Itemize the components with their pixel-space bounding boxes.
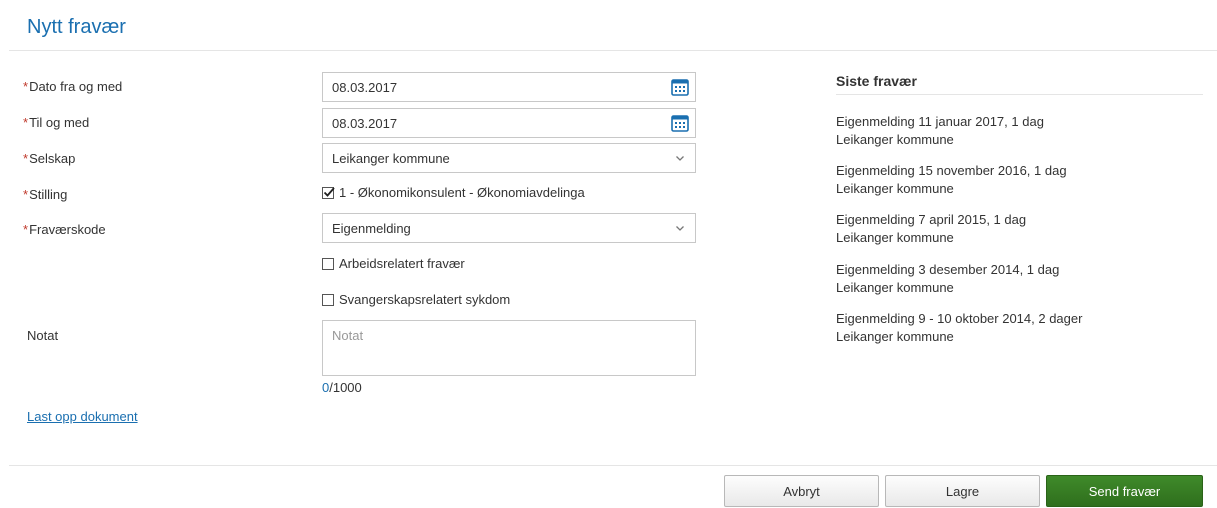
position-option-label: 1 - Økonomikonsulent - Økonomiavdelinga	[339, 185, 585, 200]
company-value: Leikanger kommune	[332, 151, 450, 166]
work-related-checkbox-row[interactable]: Arbeidsrelatert fravær	[322, 256, 465, 271]
absence-code-value: Eigenmelding	[332, 221, 411, 236]
pregnancy-related-checkbox-row[interactable]: Svangerskapsrelatert sykdom	[322, 292, 510, 307]
pregnancy-related-label: Svangerskapsrelatert sykdom	[339, 292, 511, 307]
recent-absences-divider	[836, 94, 1203, 95]
send-absence-button[interactable]: Send fravær	[1046, 475, 1203, 507]
recent-absences-title: Siste fravær	[836, 73, 917, 89]
position-checkbox-row[interactable]: 1 - Økonomikonsulent - Økonomiavdelinga	[322, 185, 585, 200]
position-checkbox[interactable]	[322, 186, 335, 199]
chevron-down-icon	[676, 226, 684, 231]
work-related-checkbox[interactable]	[322, 257, 334, 270]
required-mark: *	[23, 222, 29, 237]
required-mark: *	[23, 151, 29, 166]
note-placeholder: Notat	[332, 328, 364, 343]
note-char-max: /1000	[329, 380, 362, 395]
note-label: Notat	[27, 328, 59, 343]
footer-divider	[9, 465, 1217, 466]
absence-code-select[interactable]: Eigenmelding	[322, 213, 696, 243]
calendar-icon[interactable]	[671, 114, 689, 132]
recent-absence-item: Eigenmelding 11 januar 2017, 1 dag Leikan…	[836, 114, 1044, 147]
calendar-icon[interactable]	[671, 78, 689, 96]
date-from-label: *Dato fra og med	[23, 79, 123, 94]
recent-absence-item: Eigenmelding 15 november 2016, 1 dag Leik…	[836, 163, 1067, 196]
chevron-down-icon	[676, 156, 684, 161]
upload-document-link[interactable]: Last opp dokument	[27, 409, 138, 424]
header-divider	[9, 50, 1217, 51]
date-to-value: 08.03.2017	[332, 116, 398, 131]
pregnancy-related-checkbox[interactable]	[322, 293, 334, 306]
date-from-field[interactable]: 08.03.2017	[322, 72, 696, 102]
date-to-label: *Til og med	[23, 115, 90, 130]
recent-absence-item: Eigenmelding 3 desember 2014, 1 dag Leika…	[836, 262, 1060, 295]
note-char-counter: 0/1000	[322, 380, 362, 395]
position-label: *Stilling	[23, 187, 68, 202]
save-button[interactable]: Lagre	[885, 475, 1040, 507]
page-title: Nytt fravær	[27, 16, 126, 38]
recent-absence-item: Eigenmelding 7 april 2015, 1 dag Leikange…	[836, 212, 1027, 245]
required-mark: *	[23, 115, 29, 130]
recent-absence-item: Eigenmelding 9 - 10 oktober 2014, 2 dage…	[836, 311, 1083, 344]
required-mark: *	[23, 79, 29, 94]
company-label: *Selskap	[23, 151, 76, 166]
checkmark-icon	[323, 186, 335, 197]
work-related-label: Arbeidsrelatert fravær	[339, 256, 465, 271]
cancel-button[interactable]: Avbryt	[724, 475, 879, 507]
date-from-value: 08.03.2017	[332, 80, 398, 95]
company-select[interactable]: Leikanger kommune	[322, 143, 696, 173]
note-textarea[interactable]: Notat	[322, 320, 696, 376]
date-to-field[interactable]: 08.03.2017	[322, 108, 696, 138]
absence-code-label: *Fraværskode	[23, 222, 106, 237]
required-mark: *	[23, 187, 29, 202]
